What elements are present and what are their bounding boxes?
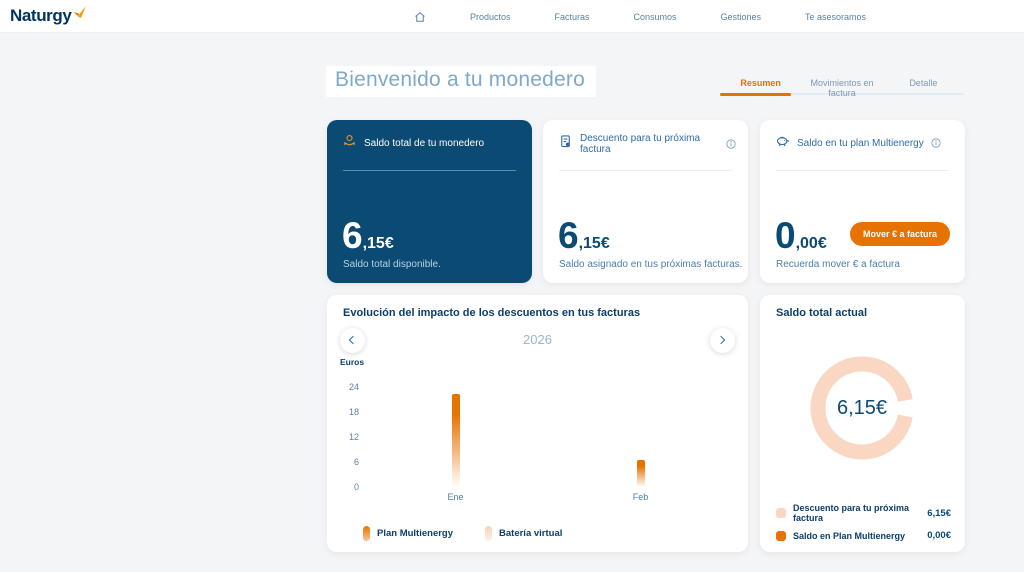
legend-label: Plan Multienergy <box>377 528 454 539</box>
home-icon[interactable] <box>414 11 426 23</box>
divider <box>776 170 949 171</box>
divider <box>559 170 732 171</box>
legend-swatch <box>776 508 786 518</box>
y-tick: 18 <box>348 407 359 417</box>
legend-label: Descuento para tu próxima factura <box>793 503 910 523</box>
y-axis-label: Euros <box>340 357 365 367</box>
tab-movimientos-en-factura[interactable]: Movimientos en factura <box>801 74 882 98</box>
legend-marker <box>363 526 370 541</box>
donut-title: Saldo total actual <box>776 307 868 319</box>
piggy-bank-icon <box>775 133 790 153</box>
discount-amount: 6 ,15€ <box>558 215 610 256</box>
coin-hand-icon <box>342 133 357 153</box>
card-saldo-plan-multienergy: Saldo en tu plan Multienergy 0 ,00€ Move… <box>760 120 965 283</box>
x-tick: Ene <box>447 492 464 502</box>
card-header: Saldo total de tu monedero <box>342 133 520 153</box>
tab-resumen[interactable]: Resumen <box>720 74 801 96</box>
card-title: Descuento para tu próxima factura <box>580 133 701 155</box>
card-subtitle: Saldo total disponible. <box>343 259 441 270</box>
legend-label: Saldo en Plan Multienergy <box>793 530 906 541</box>
amount-integer: 0 <box>775 215 796 256</box>
wallet-tabs: Resumen Movimientos en factura Detalle <box>720 74 964 98</box>
legend-label: Batería virtual <box>499 528 563 539</box>
card-title: Saldo total de tu monedero <box>364 137 485 149</box>
y-tick: 24 <box>348 382 359 392</box>
legend-row-descuento: Descuento para tu próxima factura 6,15€ <box>776 503 951 523</box>
naturgy-mark-icon <box>72 5 87 24</box>
page-title: Bienvenido a tu monedero <box>335 68 585 91</box>
divider <box>343 170 516 171</box>
mover-a-factura-button[interactable]: Mover € a factura <box>849 222 950 246</box>
donut-center-value: 6,15€ <box>836 396 888 419</box>
top-navbar: Naturgy Productos Facturas Consumos Gest… <box>0 0 1024 33</box>
amount-integer: 6 <box>558 215 579 256</box>
bar-feb-plan-multienergy <box>636 459 645 487</box>
nav-item-te-asesoramos[interactable]: Te asesoramos <box>805 12 866 22</box>
card-subtitle: Recuerda mover € a factura <box>776 259 900 270</box>
wallet-total-amount: 6 ,15€ <box>342 215 394 256</box>
amount-fraction: ,00€ <box>795 235 827 252</box>
legend-row-plan: Saldo en Plan Multienergy 0,00€ <box>776 530 951 541</box>
bar-ene-plan-multienergy <box>451 394 460 487</box>
y-tick: 6 <box>353 457 359 467</box>
card-saldo-total-monedero: Saldo total de tu monedero 6 ,15€ Saldo … <box>327 120 532 283</box>
card-title: Saldo en tu plan Multienergy <box>797 137 924 149</box>
donut-chart: 6,15€ <box>804 350 920 466</box>
chart-period-label: 2026 <box>523 332 552 347</box>
nav-item-consumos[interactable]: Consumos <box>633 12 676 22</box>
legend-item-plan-multienergy: Plan Multienergy <box>363 526 453 541</box>
bar-chart-legend: Plan Multienergy Batería virtual <box>363 526 562 541</box>
naturgy-wallet-page: Naturgy Productos Facturas Consumos Gest… <box>0 0 1024 572</box>
plan-amount: 0 ,00€ <box>775 215 827 256</box>
amount-integer: 6 <box>342 215 363 256</box>
legend-marker <box>485 526 493 541</box>
discount-evolution-chart-card: Evolución del impacto de los descuentos … <box>327 295 748 552</box>
y-tick: 12 <box>348 432 359 442</box>
card-descuento-proxima-factura: Descuento para tu próxima factura 6 ,15€… <box>543 120 748 283</box>
nav-item-gestiones[interactable]: Gestiones <box>720 12 761 22</box>
info-icon[interactable] <box>726 139 736 149</box>
nav-item-productos[interactable]: Productos <box>470 12 511 22</box>
logo-text: Naturgy <box>10 6 72 25</box>
amount-fraction: ,15€ <box>578 235 610 252</box>
amount-fraction: ,15€ <box>362 235 394 252</box>
main-nav: Productos Facturas Consumos Gestiones Te… <box>414 0 866 33</box>
y-tick: 0 <box>353 482 359 492</box>
donut-legend: Descuento para tu próxima factura 6,15€ … <box>776 496 951 541</box>
legend-item-bateria-virtual: Batería virtual <box>485 526 562 541</box>
invoice-icon <box>558 134 573 154</box>
chart-title: Evolución del impacto de los descuentos … <box>343 307 641 319</box>
card-header: Saldo en tu plan Multienergy <box>775 133 953 153</box>
x-tick: Feb <box>632 492 649 502</box>
tab-detalle[interactable]: Detalle <box>883 74 964 93</box>
saldo-total-actual-card: Saldo total actual 6,15€ Descuento para … <box>760 295 965 552</box>
card-subtitle: Saldo asignado en tus próximas facturas. <box>559 259 743 270</box>
naturgy-logo[interactable]: Naturgy <box>10 5 87 27</box>
legend-value: 6,15€ <box>927 507 951 519</box>
page-title-box: Bienvenido a tu monedero <box>326 66 596 97</box>
legend-value: 0,00€ <box>927 530 951 541</box>
legend-swatch <box>776 530 786 541</box>
nav-item-facturas[interactable]: Facturas <box>554 12 589 22</box>
card-header: Descuento para tu próxima factura <box>558 133 736 155</box>
info-icon[interactable] <box>931 138 941 148</box>
